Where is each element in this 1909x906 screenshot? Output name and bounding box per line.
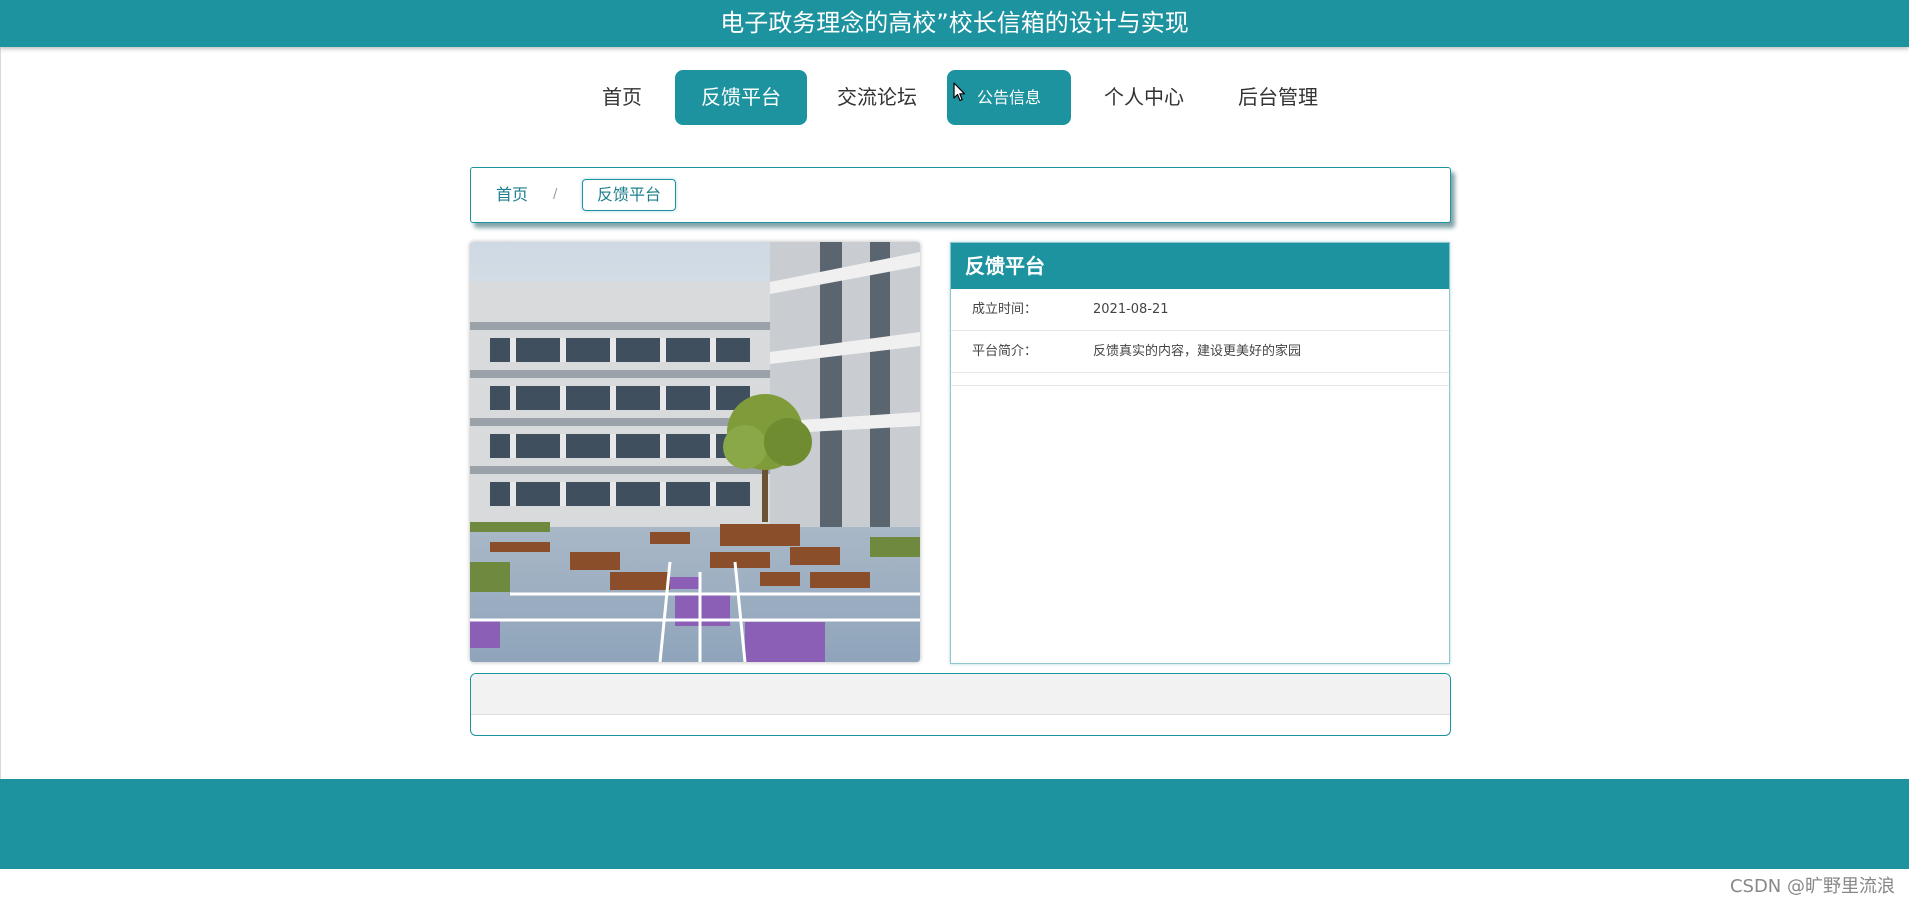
campus-courtyard-image [470, 242, 920, 662]
breadcrumb-current[interactable]: 反馈平台 [582, 179, 677, 211]
nav-item-feedback-platform[interactable]: 反馈平台 [675, 70, 807, 125]
breadcrumb-home-link[interactable]: 首页 [496, 180, 528, 210]
nav-item-personal-center[interactable]: 个人中心 [1092, 70, 1196, 125]
top-header-bar: 电子政务理念的高校”校长信箱的设计与实现 [0, 0, 1909, 47]
page-left-border [0, 47, 1, 868]
info-value-established: 2021-08-21 [1093, 302, 1169, 317]
nav-item-admin[interactable]: 后台管理 [1226, 70, 1330, 125]
footer-bar [0, 779, 1909, 869]
detail-content-header-band [471, 674, 1450, 715]
nav-item-forum[interactable]: 交流论坛 [825, 70, 929, 125]
site-title: 电子政务理念的高校”校长信箱的设计与实现 [720, 9, 1189, 37]
info-value-description: 反馈真实的内容，建设更美好的家园 [1093, 344, 1302, 359]
campus-photo [470, 242, 920, 662]
info-panel-title: 反馈平台 [951, 243, 1449, 289]
breadcrumb-separator: / [553, 187, 558, 202]
platform-info-panel: 反馈平台 成立时间： 2021-08-21 平台简介： 反馈真实的内容，建设更美… [950, 242, 1450, 664]
info-row-established: 成立时间： 2021-08-21 [951, 289, 1449, 331]
nav-item-home[interactable]: 首页 [586, 70, 658, 125]
info-label-established: 成立时间： [972, 302, 1038, 317]
info-row-empty [951, 373, 1449, 386]
detail-content-box [470, 673, 1451, 736]
breadcrumb: 首页 / 反馈平台 [470, 167, 1451, 223]
mouse-pointer-icon [953, 82, 966, 102]
csdn-watermark: CSDN @旷野里流浪 [1729, 876, 1895, 897]
info-row-description: 平台简介： 反馈真实的内容，建设更美好的家园 [951, 331, 1449, 373]
info-label-description: 平台简介： [972, 344, 1038, 359]
